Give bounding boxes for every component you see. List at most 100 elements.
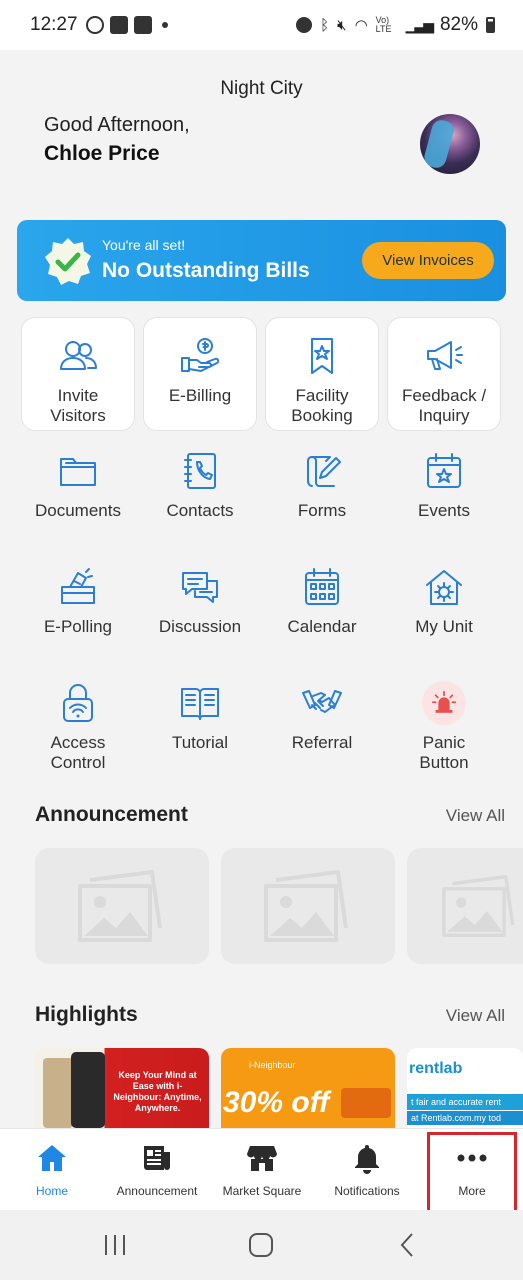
invite-visitors-icon [60, 341, 97, 370]
back-icon[interactable] [395, 1232, 421, 1258]
nav-market-square[interactable]: Market Square [217, 1129, 307, 1211]
highlight-text: 30% off [223, 1086, 330, 1119]
quick-action-feedback-inquiry[interactable]: Feedback / Inquiry [387, 317, 501, 431]
home-button-icon[interactable] [248, 1232, 274, 1258]
nav-home[interactable]: Home [20, 1129, 84, 1211]
menu-label: My Unit [415, 617, 473, 636]
gallery-icon [109, 16, 128, 34]
nav-label: Market Square [222, 1184, 302, 1198]
menu-documents[interactable]: Documents [21, 433, 135, 547]
battery-percent: 82% [439, 14, 478, 35]
whatsapp-icon [85, 16, 104, 34]
menu-label: Forms [297, 501, 347, 520]
ballot-box-icon [61, 568, 95, 604]
menu-label: Discussion [158, 617, 242, 636]
quick-action-label: Facility Booking [291, 386, 353, 425]
alarm-icon [296, 17, 313, 33]
location-title[interactable]: Night City [0, 78, 523, 100]
announcement-card-placeholder[interactable] [407, 848, 523, 964]
highlight-brand: rentlab [409, 1060, 463, 1077]
menu-label: Documents [35, 501, 121, 520]
status-system-icons: ᛒ 🔇︎ ◠ Vo) LTE ▁▃▅ 82% [296, 14, 495, 36]
greeting-text: Good Afternoon, [44, 114, 190, 136]
menu-tutorial[interactable]: Tutorial [143, 665, 257, 779]
menu-events[interactable]: Events [387, 433, 501, 547]
nav-label: Announcement [116, 1184, 198, 1198]
announcement-title: Announcement [35, 803, 188, 826]
quick-action-label: E-Billing [168, 386, 232, 405]
e-billing-icon [181, 338, 220, 372]
quick-action-label: Invite Visitors [50, 386, 106, 425]
wifi-icon: ◠ [354, 17, 368, 34]
bill-message: No Outstanding Bills [102, 259, 310, 282]
menu-label: Contacts [166, 501, 234, 520]
menu-contacts[interactable]: Contacts [143, 433, 257, 547]
nav-label: Notifications [334, 1184, 400, 1198]
menu-label: Access Control [50, 733, 106, 772]
quick-action-invite-visitors[interactable]: Invite Visitors [21, 317, 135, 431]
highlight-card[interactable]: rentlab t fair and accurate rent at Rent… [407, 1048, 523, 1128]
quick-action-e-billing[interactable]: E-Billing [143, 317, 257, 431]
truck-illustration [341, 1088, 391, 1118]
menu-calendar[interactable]: Calendar [265, 549, 379, 663]
bill-status-text: You're all set! [102, 237, 186, 253]
promo-photo [43, 1058, 73, 1128]
nav-announcement[interactable]: Announcement [112, 1129, 202, 1211]
menu-e-polling[interactable]: E-Polling [21, 549, 135, 663]
siren-icon [431, 690, 457, 713]
folder-icon [60, 458, 96, 486]
menu-my-unit[interactable]: My Unit [387, 549, 501, 663]
highlight-brand: i-Neighbour [249, 1060, 296, 1070]
signal-icon: ▁▃▅ [405, 16, 434, 33]
menu-label: Panic Button [419, 733, 469, 772]
house-gear-icon [426, 570, 462, 605]
quick-action-label: Feedback / Inquiry [401, 386, 487, 425]
home-icon [38, 1145, 66, 1171]
facility-booking-icon [311, 338, 333, 374]
menu-forms[interactable]: Forms [265, 433, 379, 547]
menu-label: Events [418, 501, 470, 520]
book-icon [181, 688, 219, 720]
recent-apps-icon[interactable] [102, 1232, 128, 1258]
user-name: Chloe Price [44, 142, 160, 165]
store-icon [247, 1146, 277, 1171]
forms-icon [307, 456, 341, 487]
bluetooth-icon: ᛒ [320, 16, 330, 34]
system-navigation-bar [0, 1210, 523, 1280]
menu-panic-button[interactable]: Panic Button [387, 665, 501, 779]
highlight-text: t fair and accurate rent [407, 1094, 523, 1110]
lock-wifi-icon [63, 684, 93, 722]
menu-label: Tutorial [171, 733, 229, 752]
calendar-icon [305, 568, 339, 605]
image-placeholder-icon [264, 870, 348, 942]
announcement-card-placeholder[interactable] [221, 848, 395, 964]
handshake-icon [302, 690, 342, 713]
quick-action-facility-booking[interactable]: Facility Booking [265, 317, 379, 431]
newspaper-icon [144, 1146, 170, 1170]
menu-referral[interactable]: Referral [265, 665, 379, 779]
highlights-view-all-link[interactable]: View All [446, 1006, 505, 1026]
menu-label: Referral [291, 733, 353, 752]
highlight-text: Keep Your Mind at Ease with i-Neighbour:… [113, 1070, 202, 1113]
status-time: 12:27 [30, 14, 78, 35]
phone-mockup [71, 1052, 105, 1128]
nav-notifications[interactable]: Notifications [322, 1129, 412, 1211]
menu-label: Calendar [287, 617, 357, 636]
bill-status-banner: You're all set! No Outstanding Bills Vie… [17, 220, 506, 301]
avatar[interactable] [420, 114, 480, 174]
chat-bubbles-icon [182, 572, 218, 603]
image-placeholder-icon [78, 870, 162, 942]
bell-icon [355, 1145, 379, 1174]
menu-access-control[interactable]: Access Control [21, 665, 135, 779]
announcement-card-placeholder[interactable] [35, 848, 209, 964]
view-invoices-button[interactable]: View Invoices [362, 242, 494, 279]
network-type: Vo) LTE [375, 15, 392, 34]
highlight-card[interactable]: Keep Your Mind at Ease with i-Neighbour:… [35, 1048, 209, 1128]
menu-discussion[interactable]: Discussion [143, 549, 257, 663]
phonebook-icon [184, 453, 216, 489]
menu-label: E-Polling [43, 617, 113, 636]
more-highlight-box [427, 1132, 517, 1216]
announcement-view-all-link[interactable]: View All [446, 806, 505, 826]
highlights-title: Highlights [35, 1003, 138, 1026]
highlight-card[interactable]: i-Neighbour 30% off [221, 1048, 395, 1128]
